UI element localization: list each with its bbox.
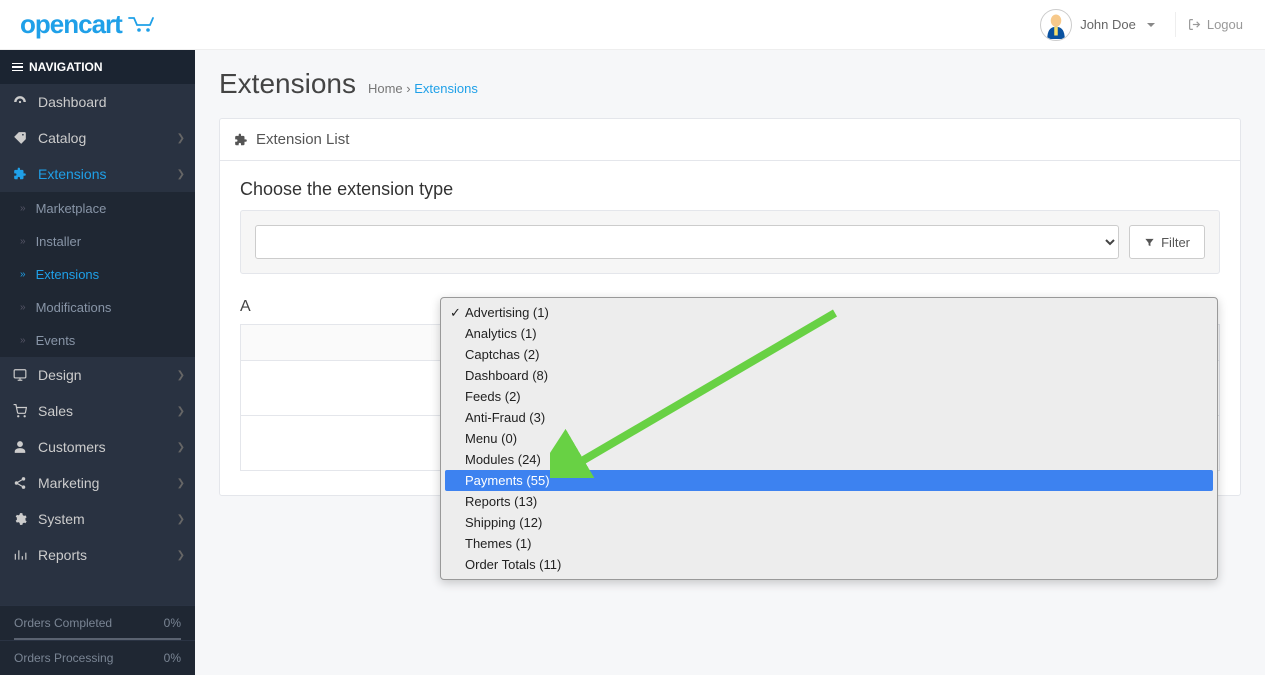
sidebar-item-marketplace[interactable]: »Marketplace	[0, 192, 195, 225]
dropdown-option[interactable]: Shipping (12)	[445, 512, 1213, 533]
breadcrumb: Home › Extensions	[368, 81, 478, 96]
dropdown-option[interactable]: Modules (24)	[445, 449, 1213, 470]
filter-icon	[1144, 237, 1155, 248]
dropdown-option[interactable]: Reports (13)	[445, 491, 1213, 512]
main-content: Extensions Home › Extensions Extension L…	[195, 50, 1265, 675]
dropdown-option[interactable]: Feeds (2)	[445, 386, 1213, 407]
filter-section: Filter	[240, 210, 1220, 274]
chevron-right-icon: ❯	[177, 406, 185, 417]
user-icon	[12, 440, 28, 454]
cart-icon	[128, 16, 158, 34]
logo[interactable]: opencart	[10, 9, 158, 40]
double-chevron-icon: »	[20, 335, 26, 346]
header-right: John Doe Logou	[1028, 4, 1255, 46]
dropdown-option[interactable]: Payments (55)	[445, 470, 1213, 491]
sidebar: NAVIGATION Dashboard Catalog ❯ Extension…	[0, 50, 195, 675]
stat-orders-processing: Orders Processing 0%	[0, 640, 195, 675]
extensions-submenu: »Marketplace »Installer »Extensions »Mod…	[0, 192, 195, 357]
logout-icon	[1188, 18, 1201, 31]
dropdown-option[interactable]: Advertising (1)	[445, 302, 1213, 323]
menu-icon	[12, 63, 23, 72]
sidebar-item-design[interactable]: Design❯	[0, 357, 195, 393]
dropdown-option[interactable]: Themes (1)	[445, 533, 1213, 554]
gear-icon	[12, 512, 28, 526]
chevron-right-icon: ❯	[177, 514, 185, 525]
double-chevron-icon: »	[20, 302, 26, 313]
sidebar-item-catalog[interactable]: Catalog ❯	[0, 120, 195, 156]
chart-icon	[12, 548, 28, 562]
breadcrumb-extensions[interactable]: Extensions	[414, 81, 478, 96]
avatar	[1040, 9, 1072, 41]
dropdown-option[interactable]: Menu (0)	[445, 428, 1213, 449]
user-name: John Doe	[1080, 17, 1136, 32]
chevron-right-icon: ❯	[177, 133, 185, 144]
extension-type-dropdown[interactable]: Advertising (1)Analytics (1)Captchas (2)…	[440, 297, 1218, 580]
logout-label: Logou	[1207, 17, 1243, 32]
sidebar-item-events[interactable]: »Events	[0, 324, 195, 357]
chevron-right-icon: ❯	[177, 169, 185, 180]
chevron-right-icon: ❯	[177, 442, 185, 453]
desktop-icon	[12, 368, 28, 382]
tag-icon	[12, 131, 28, 145]
sidebar-item-installer[interactable]: »Installer	[0, 225, 195, 258]
sidebar-item-dashboard[interactable]: Dashboard	[0, 84, 195, 120]
sidebar-item-extensions[interactable]: Extensions ❯	[0, 156, 195, 192]
filter-button[interactable]: Filter	[1129, 225, 1205, 259]
logo-text: opencart	[20, 9, 122, 39]
dropdown-option[interactable]: Captchas (2)	[445, 344, 1213, 365]
extension-type-select[interactable]	[255, 225, 1119, 259]
choose-extension-type-label: Choose the extension type	[240, 179, 1220, 200]
sidebar-item-modifications[interactable]: »Modifications	[0, 291, 195, 324]
dropdown-option[interactable]: Dashboard (8)	[445, 365, 1213, 386]
sidebar-item-sales[interactable]: Sales❯	[0, 393, 195, 429]
share-icon	[12, 476, 28, 490]
navigation-header: NAVIGATION	[0, 50, 195, 84]
chevron-right-icon: ❯	[177, 550, 185, 561]
stats-panel: Orders Completed 0% Orders Processing 0%	[0, 605, 195, 675]
chevron-right-icon: ❯	[177, 370, 185, 381]
dropdown-option[interactable]: Analytics (1)	[445, 323, 1213, 344]
dropdown-option[interactable]: Order Totals (11)	[445, 554, 1213, 575]
caret-down-icon	[1147, 23, 1155, 27]
breadcrumb-home[interactable]: Home	[368, 81, 403, 96]
chevron-right-icon: ❯	[177, 478, 185, 489]
puzzle-icon	[12, 167, 28, 181]
stat-orders-completed: Orders Completed 0%	[0, 605, 195, 640]
page-header: Extensions Home › Extensions	[195, 50, 1265, 108]
dashboard-icon	[12, 95, 28, 109]
page-title: Extensions	[219, 68, 356, 100]
dropdown-option[interactable]: Anti-Fraud (3)	[445, 407, 1213, 428]
sidebar-item-marketing[interactable]: Marketing❯	[0, 465, 195, 501]
sidebar-item-reports[interactable]: Reports❯	[0, 537, 195, 573]
double-chevron-icon: »	[20, 269, 26, 280]
double-chevron-icon: »	[20, 236, 26, 247]
logout-link[interactable]: Logou	[1175, 12, 1255, 37]
user-menu[interactable]: John Doe	[1028, 4, 1167, 46]
sidebar-item-extensions-sub[interactable]: »Extensions	[0, 258, 195, 291]
puzzle-icon	[234, 133, 248, 147]
sidebar-item-customers[interactable]: Customers❯	[0, 429, 195, 465]
top-header: opencart John Doe Logou	[0, 0, 1265, 50]
panel-header: Extension List	[220, 119, 1240, 161]
double-chevron-icon: »	[20, 203, 26, 214]
sidebar-item-system[interactable]: System❯	[0, 501, 195, 537]
cart-icon	[12, 404, 28, 418]
